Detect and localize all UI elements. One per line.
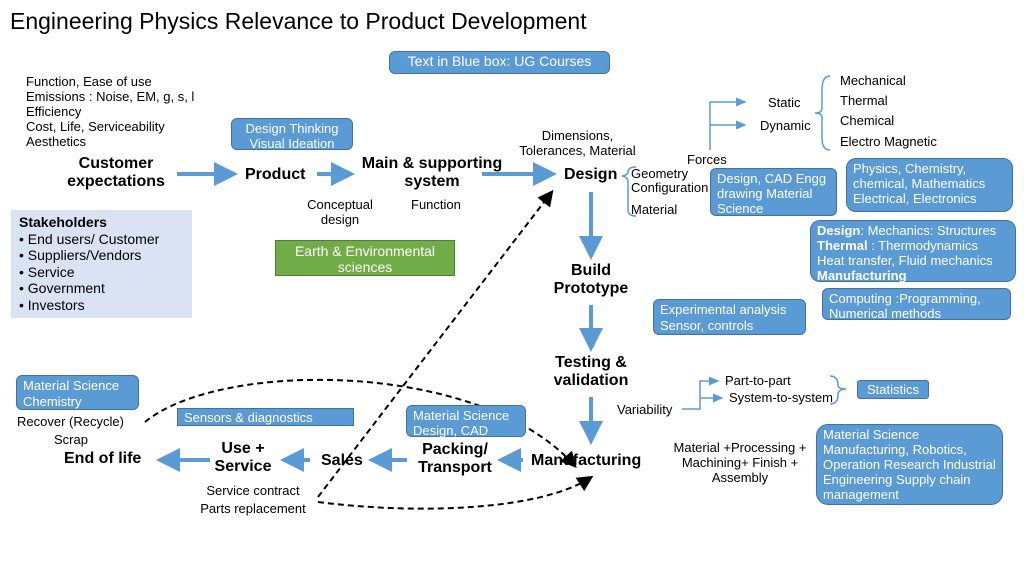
course-eol: Material Science Chemistry: [16, 375, 139, 410]
label-material: Material: [631, 202, 678, 217]
stakeholders-box: Stakeholders • End users/ Customer • Sup…: [11, 210, 192, 318]
label-static: Static: [768, 95, 801, 110]
label-system: System-to-system: [729, 390, 834, 405]
course-design-thinking: Design Thinking Visual Ideation: [231, 118, 353, 151]
label-function: Function: [411, 197, 461, 212]
label-process: Material +Processing + Machining+ Finish…: [673, 440, 807, 485]
node-main: Main & supporting system: [361, 155, 503, 190]
node-testing: Testing & validation: [553, 354, 629, 389]
label-forces: Forces: [687, 152, 727, 167]
label-em: Electro Magnetic: [840, 134, 937, 149]
label-service-contract: Service contract: [206, 483, 300, 498]
node-sales: Sales: [321, 452, 363, 469]
label-geometry: Geometry: [631, 166, 689, 181]
label-parts-replacement: Parts replacement: [200, 501, 306, 516]
course-earth: Earth & Environmental sciences: [275, 240, 455, 276]
node-eol: End of life: [64, 450, 142, 467]
course-cad: Design, CAD Engg drawing Material Scienc…: [710, 168, 837, 216]
label-mechanical: Mechanical: [840, 73, 906, 88]
course-pack: Material Science Design, CAD: [406, 405, 526, 438]
course-physics: Physics, Chemistry, chemical, Mathematic…: [846, 158, 1013, 212]
label-dimensions: Dimensions, Tolerances, Material: [519, 128, 636, 158]
label-variability: Variability: [617, 402, 673, 417]
label-conceptual: Conceptual design: [307, 197, 373, 227]
legend-box: Text in Blue box: UG Courses: [389, 51, 610, 74]
dashed-parts: [317, 475, 594, 510]
page-title: Engineering Physics Relevance to Product…: [10, 8, 587, 34]
customer-needs: Function, Ease of use Emissions : Noise,…: [26, 74, 195, 149]
node-use: Use + Service: [214, 440, 272, 475]
course-mechanics: Design: Mechanics: Structures Thermal : …: [810, 220, 1016, 283]
course-experimental: Experimental analysis Sensor, controls: [653, 299, 806, 335]
node-packing: Packing/ Transport: [418, 441, 492, 476]
node-product: Product: [245, 166, 306, 183]
course-statistics: Statistics: [857, 380, 929, 399]
node-build: Build Prototype: [553, 262, 629, 297]
label-thermal: Thermal: [840, 93, 888, 108]
label-configuration: Configuration: [631, 180, 709, 195]
course-computing: Computing :Programming, Numerical method…: [822, 288, 1011, 321]
label-part: Part-to-part: [725, 373, 791, 388]
label-chemical: Chemical: [840, 113, 895, 128]
label-scrap: Scrap: [54, 432, 88, 447]
node-design: Design: [564, 166, 618, 183]
label-recover: Recover (Recycle): [17, 414, 124, 429]
course-mfg: Material Science Manufacturing, Robotics…: [816, 424, 1003, 505]
node-customer: Customer expectations: [67, 155, 165, 190]
label-dynamic: Dynamic: [760, 118, 811, 133]
node-manufacturing: Manufacturing: [531, 452, 642, 469]
course-sensors: Sensors & diagnostics: [177, 408, 354, 426]
